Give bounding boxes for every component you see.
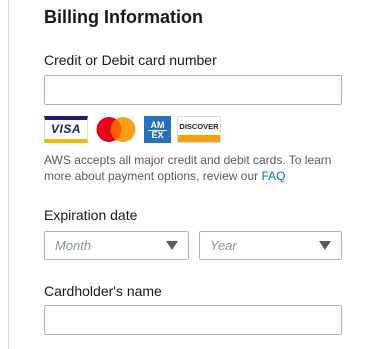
card-logos: VISA AM EX DISCOVER	[44, 115, 221, 143]
payment-helper-text: AWS accepts all major credit and debit c…	[44, 152, 344, 184]
visa-icon: VISA	[44, 115, 88, 143]
year-select[interactable]: Year	[199, 231, 342, 260]
year-placeholder: Year	[210, 238, 237, 253]
card-number-label: Credit or Debit card number	[44, 52, 217, 68]
card-number-input[interactable]	[44, 75, 342, 105]
month-placeholder: Month	[55, 238, 92, 253]
cardholder-name-input[interactable]	[44, 305, 342, 335]
expiration-label: Expiration date	[44, 207, 138, 223]
left-divider	[8, 0, 9, 349]
month-select[interactable]: Month	[44, 231, 189, 260]
discover-icon-text: DISCOVER	[179, 121, 219, 131]
mastercard-icon	[94, 116, 138, 143]
amex-icon: AM EX	[144, 115, 171, 143]
svg-text:AM: AM	[151, 120, 165, 130]
visa-icon-text: VISA	[50, 122, 81, 136]
section-title: Billing Information	[44, 7, 203, 27]
discover-icon: DISCOVER	[177, 115, 221, 143]
helper-text-body: AWS accepts all major credit and debit c…	[44, 153, 332, 183]
cardholder-label: Cardholder's name	[44, 283, 162, 299]
svg-text:EX: EX	[151, 130, 163, 140]
chevron-down-icon	[166, 241, 178, 250]
faq-link[interactable]: FAQ	[261, 169, 285, 183]
discover-stripe	[178, 134, 220, 142]
chevron-down-icon	[319, 241, 331, 250]
